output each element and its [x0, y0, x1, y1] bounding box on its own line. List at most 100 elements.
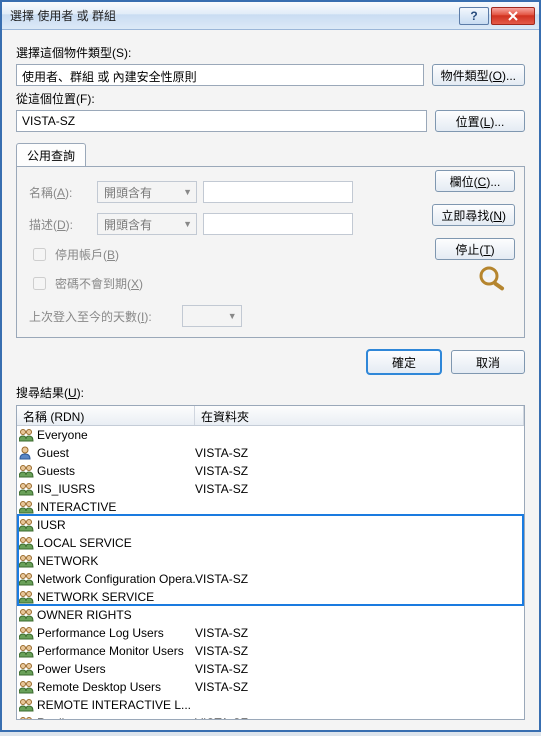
last-login-combo[interactable]: ▼	[182, 305, 242, 327]
row-name: Performance Log Users	[37, 626, 164, 640]
list-item[interactable]: Power Users VISTA-SZ	[17, 660, 524, 678]
row-name: NETWORK	[37, 554, 98, 568]
row-name: IIS_IUSRS	[37, 482, 95, 496]
list-item[interactable]: Network Configuration Opera...VISTA-SZ	[17, 570, 524, 588]
list-item[interactable]: Guest VISTA-SZ	[17, 444, 524, 462]
name-label: 名稱(A):	[29, 184, 91, 201]
row-folder: VISTA-SZ	[195, 482, 524, 496]
close-button[interactable]	[491, 7, 535, 25]
chevron-down-icon: ▼	[183, 219, 192, 229]
list-item[interactable]: NETWORK	[17, 552, 524, 570]
group-icon	[19, 644, 35, 658]
row-name: REMOTE INTERACTIVE L...	[37, 698, 191, 712]
list-item[interactable]: IUSR	[17, 516, 524, 534]
row-name: Power Users	[37, 662, 106, 676]
group-icon	[19, 626, 35, 640]
help-button[interactable]: ?	[459, 7, 489, 25]
row-name: OWNER RIGHTS	[37, 608, 132, 622]
row-name: INTERACTIVE	[37, 500, 116, 514]
row-folder: VISTA-SZ	[195, 446, 524, 460]
list-item[interactable]: Remote Desktop Users VISTA-SZ	[17, 678, 524, 696]
row-name: NETWORK SERVICE	[37, 590, 154, 604]
results-listview: 名稱 (RDN) 在資料夾 EveryoneGuestVISTA-SZGuest…	[16, 405, 525, 720]
list-item[interactable]: Performance Log Users VISTA-SZ	[17, 624, 524, 642]
cancel-button[interactable]: 取消	[451, 350, 525, 374]
list-item[interactable]: OWNER RIGHTS	[17, 606, 524, 624]
row-folder: VISTA-SZ	[195, 662, 524, 676]
row-name: Guests	[37, 464, 75, 478]
row-name: Everyone	[37, 428, 88, 442]
list-item[interactable]: Everyone	[17, 426, 524, 444]
close-icon	[508, 11, 518, 21]
chevron-down-icon: ▼	[183, 187, 192, 197]
row-name: Performance Monitor Users	[37, 644, 184, 658]
row-name: LOCAL SERVICE	[37, 536, 132, 550]
dialog-content: 選擇這個物件類型(S): 使用者、群組 或 內建安全性原則 物件類型(O)...…	[2, 30, 539, 730]
listview-header: 名稱 (RDN) 在資料夾	[17, 406, 524, 426]
row-folder: VISTA-SZ	[195, 464, 524, 478]
column-folder[interactable]: 在資料夾	[195, 406, 524, 425]
locations-button[interactable]: 位置(L)...	[435, 110, 525, 132]
tab-common-queries[interactable]: 公用查詢	[16, 143, 86, 167]
user-icon	[19, 446, 35, 460]
location-label: 從這個位置(F):	[16, 90, 525, 107]
group-icon	[19, 464, 35, 478]
list-item[interactable]: NETWORK SERVICE	[17, 588, 524, 606]
list-item[interactable]: IIS_IUSRS VISTA-SZ	[17, 480, 524, 498]
columns-button[interactable]: 欄位(C)...	[435, 170, 515, 192]
ok-button[interactable]: 確定	[367, 350, 441, 374]
row-folder: VISTA-SZ	[195, 572, 524, 586]
group-icon	[19, 428, 35, 442]
row-folder: VISTA-SZ	[195, 716, 524, 719]
row-name: Network Configuration Opera...	[37, 572, 195, 586]
row-name: Guest	[37, 446, 69, 460]
group-icon	[19, 662, 35, 676]
group-icon	[19, 590, 35, 604]
object-type-field: 使用者、群組 或 內建安全性原則	[16, 64, 424, 86]
name-input[interactable]	[203, 181, 353, 203]
row-folder: VISTA-SZ	[195, 644, 524, 658]
chevron-down-icon: ▼	[228, 311, 237, 321]
window-title: 選擇 使用者 或 群組	[10, 7, 457, 24]
list-item[interactable]: INTERACTIVE	[17, 498, 524, 516]
desc-label: 描述(D):	[29, 216, 91, 233]
last-login-label: 上次登入至今的天數(I):	[29, 308, 152, 325]
group-icon	[19, 500, 35, 514]
group-icon	[19, 482, 35, 496]
group-icon	[19, 716, 35, 719]
group-icon	[19, 680, 35, 694]
side-buttons: 欄位(C)... 立即尋找(N) 停止(T)	[432, 170, 515, 260]
group-icon	[19, 518, 35, 532]
group-icon	[19, 554, 35, 568]
column-name[interactable]: 名稱 (RDN)	[17, 406, 195, 425]
select-users-dialog: 選擇 使用者 或 群組 ? 選擇這個物件類型(S): 使用者、群組 或 內建安全…	[0, 0, 541, 732]
list-item[interactable]: Performance Monitor Users VISTA-SZ	[17, 642, 524, 660]
list-item[interactable]: Replicator VISTA-SZ	[17, 714, 524, 719]
desc-match-combo[interactable]: 開頭含有▼	[97, 213, 197, 235]
group-icon	[19, 698, 35, 712]
row-name: Remote Desktop Users	[37, 680, 161, 694]
row-folder: VISTA-SZ	[195, 626, 524, 640]
group-icon	[19, 608, 35, 622]
results-label: 搜尋結果(U):	[16, 384, 525, 401]
row-name: IUSR	[37, 518, 66, 532]
title-bar[interactable]: 選擇 使用者 或 群組 ?	[2, 2, 539, 30]
group-icon	[19, 572, 35, 586]
name-match-combo[interactable]: 開頭含有▼	[97, 181, 197, 203]
find-now-button[interactable]: 立即尋找(N)	[432, 204, 515, 226]
search-icon	[475, 264, 511, 295]
list-item[interactable]: REMOTE INTERACTIVE L...	[17, 696, 524, 714]
desc-input[interactable]	[203, 213, 353, 235]
action-buttons: 確定 取消	[16, 350, 525, 374]
location-field: VISTA-SZ	[16, 110, 427, 132]
row-folder: VISTA-SZ	[195, 680, 524, 694]
row-name: Replicator	[37, 716, 91, 719]
list-item[interactable]: LOCAL SERVICE	[17, 534, 524, 552]
object-type-label: 選擇這個物件類型(S):	[16, 44, 525, 61]
object-types-button[interactable]: 物件類型(O)...	[432, 64, 525, 86]
list-item[interactable]: Guests VISTA-SZ	[17, 462, 524, 480]
password-never-expires-checkbox[interactable]: 密碼不會到期(X)	[29, 274, 512, 293]
stop-button[interactable]: 停止(T)	[435, 238, 515, 260]
group-icon	[19, 536, 35, 550]
listview-body[interactable]: EveryoneGuestVISTA-SZGuestsVISTA-SZIIS_I…	[17, 426, 524, 719]
